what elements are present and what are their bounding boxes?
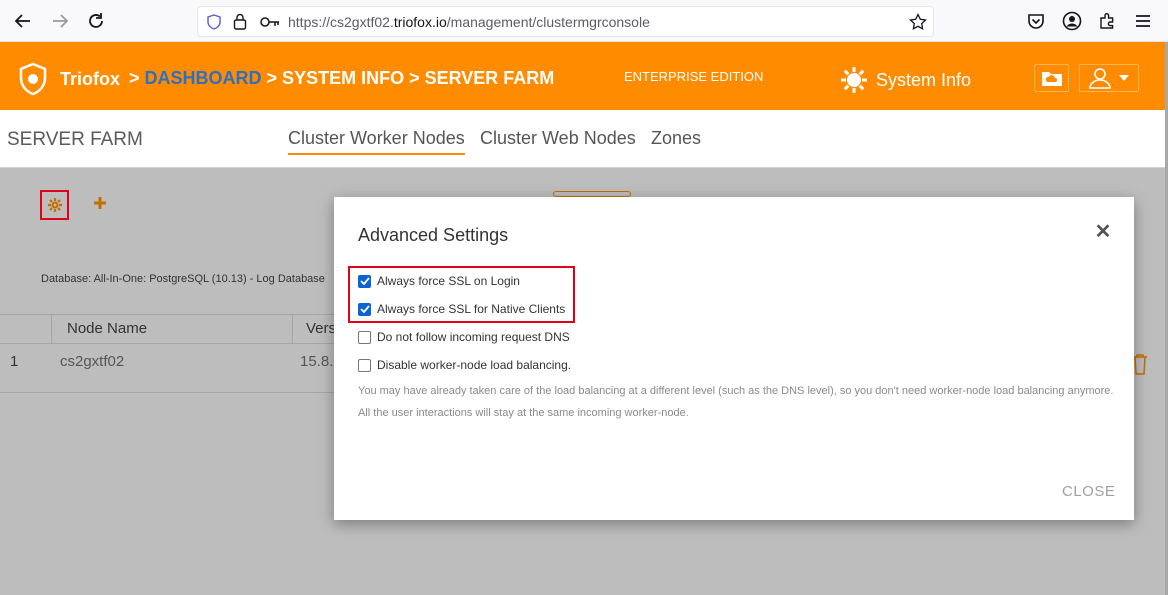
- tab-cluster-web-nodes[interactable]: Cluster Web Nodes: [480, 128, 636, 153]
- checkbox-unchecked[interactable]: [358, 358, 371, 372]
- tab-zones[interactable]: Zones: [651, 128, 701, 153]
- browser-toolbar: https://cs2gxtf02.triofox.io/management/…: [0, 0, 1168, 42]
- database-info: Database: All-In-One: PostgreSQL (10.13)…: [41, 273, 325, 285]
- checkmark-icon: [359, 277, 370, 285]
- page-subheader: SERVER FARM Cluster Worker Nodes Cluster…: [0, 110, 1165, 168]
- address-bar[interactable]: https://cs2gxtf02.triofox.io/management/…: [197, 6, 934, 37]
- pocket-icon[interactable]: [1024, 9, 1048, 33]
- option-disable-load-balancing[interactable]: Disable worker-node load balancing.: [358, 358, 571, 372]
- breadcrumb: > DASHBOARD > SYSTEM INFO > SERVER FARM: [129, 68, 554, 89]
- edition-label: ENTERPRISE EDITION: [624, 69, 764, 84]
- tab-cluster-worker-nodes[interactable]: Cluster Worker Nodes: [288, 128, 465, 155]
- sun-gear-icon: [841, 67, 867, 93]
- option-no-follow-dns[interactable]: Do not follow incoming request DNS: [358, 330, 570, 344]
- checkmark-icon: [359, 305, 370, 313]
- row-index: 1: [10, 353, 19, 370]
- version-cell: 15.8.: [300, 353, 334, 370]
- brand-name[interactable]: Triofox: [60, 69, 120, 90]
- extensions-icon[interactable]: [1095, 9, 1119, 33]
- url-text[interactable]: https://cs2gxtf02.triofox.io/management/…: [288, 14, 650, 30]
- reload-button[interactable]: [84, 9, 108, 33]
- checkbox-unchecked[interactable]: [358, 330, 371, 344]
- page-title: SERVER FARM: [7, 129, 143, 150]
- user-menu-button[interactable]: [1079, 64, 1139, 92]
- checkbox-checked[interactable]: [358, 274, 371, 288]
- column-header-version[interactable]: Vers: [306, 320, 336, 337]
- system-info-link[interactable]: System Info: [840, 66, 971, 94]
- plus-icon: [94, 197, 106, 209]
- shield-icon[interactable]: [206, 14, 222, 30]
- bookmark-star-icon[interactable]: [909, 13, 927, 31]
- forward-button[interactable]: [48, 9, 72, 33]
- folder-cloud-icon: [1041, 72, 1062, 86]
- triofox-logo-icon[interactable]: [18, 62, 48, 96]
- key-icon[interactable]: [260, 16, 280, 28]
- breadcrumb-separator: >: [129, 68, 140, 88]
- load-balancing-note: You may have already taken care of the l…: [358, 385, 1114, 419]
- option-label: Always force SSL for Native Clients: [377, 302, 566, 316]
- column-divider: [51, 314, 52, 344]
- add-node-button[interactable]: [93, 190, 107, 216]
- system-info-label: System Info: [876, 69, 972, 90]
- option-label: Disable worker-node load balancing.: [377, 358, 572, 372]
- menu-icon[interactable]: [1131, 9, 1155, 33]
- account-icon[interactable]: [1060, 9, 1084, 33]
- option-label: Always force SSL on Login: [377, 274, 520, 288]
- table-row-border: [0, 392, 340, 393]
- folder-cloud-button[interactable]: [1034, 64, 1069, 92]
- advanced-settings-dialog: Advanced Settings ✕ Always force SSL on …: [334, 197, 1134, 520]
- checkbox-checked[interactable]: [358, 302, 371, 316]
- dialog-title: Advanced Settings: [358, 225, 509, 245]
- option-force-ssl-native-clients[interactable]: Always force SSL for Native Clients: [358, 302, 565, 316]
- close-button[interactable]: CLOSE: [1062, 483, 1115, 500]
- trash-icon[interactable]: [1132, 353, 1148, 375]
- node-name-cell[interactable]: cs2gxtf02: [60, 353, 124, 370]
- lock-icon[interactable]: [233, 13, 247, 30]
- column-divider: [292, 314, 293, 344]
- back-button[interactable]: [11, 9, 35, 33]
- user-dropdown-icon: [1089, 68, 1129, 89]
- option-force-ssl-login[interactable]: Always force SSL on Login: [358, 274, 520, 288]
- column-header-node-name[interactable]: Node Name: [67, 320, 147, 337]
- settings-gear-button[interactable]: [40, 190, 69, 220]
- breadcrumb-dashboard-link[interactable]: DASHBOARD: [145, 68, 262, 88]
- app-header: Triofox > DASHBOARD > SYSTEM INFO > SERV…: [0, 42, 1165, 110]
- close-icon[interactable]: ✕: [1094, 222, 1112, 242]
- gear-icon: [47, 198, 62, 212]
- option-label: Do not follow incoming request DNS: [377, 330, 570, 344]
- breadcrumb-current: > SYSTEM INFO > SERVER FARM: [266, 68, 555, 88]
